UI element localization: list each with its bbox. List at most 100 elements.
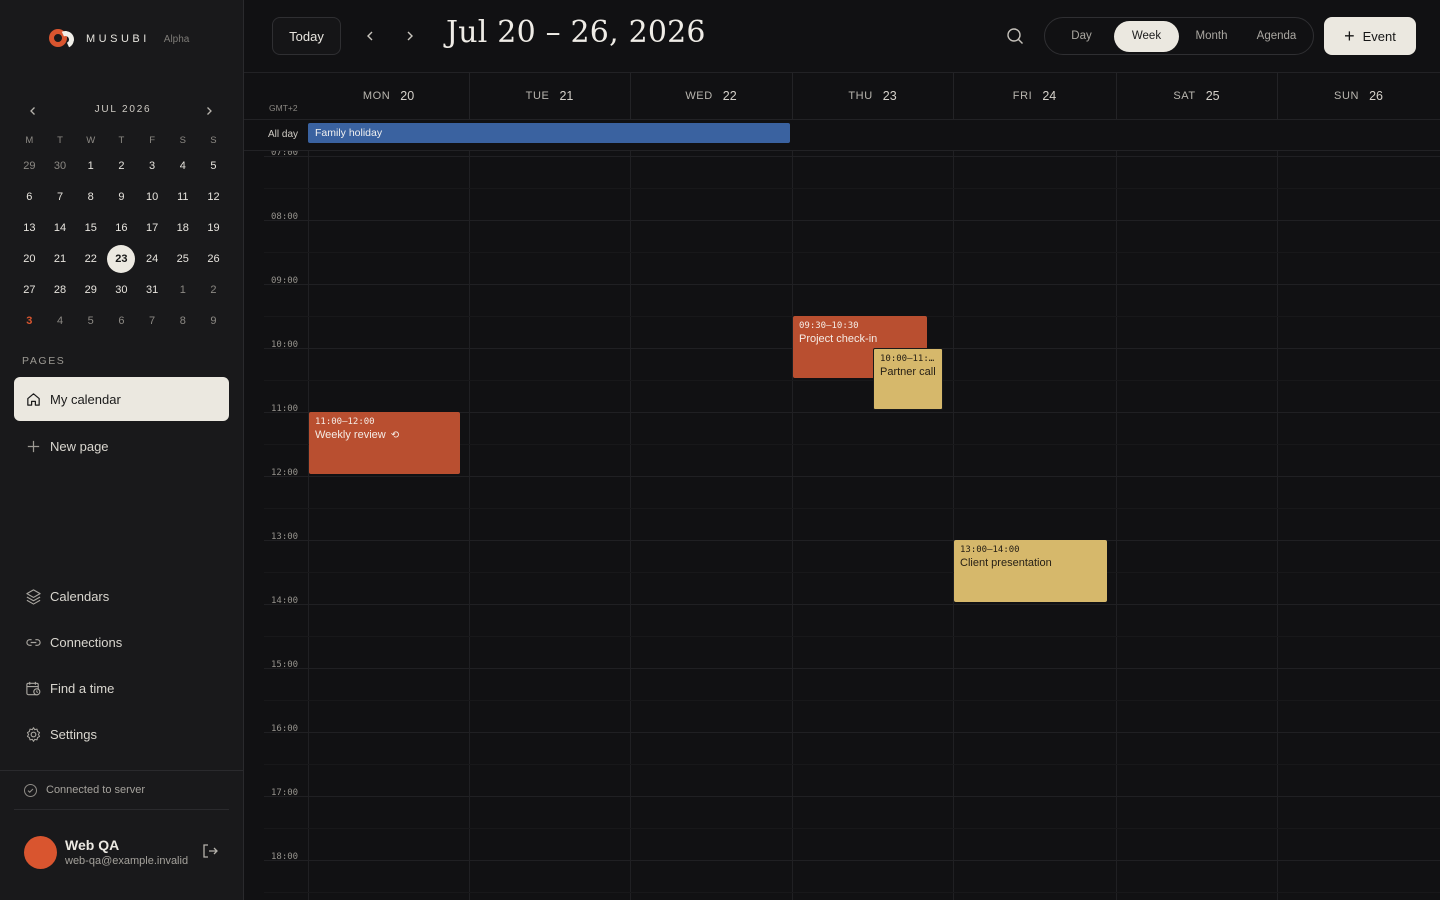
- day-header-fri[interactable]: FRI 24: [953, 73, 1116, 119]
- mini-day[interactable]: 6: [106, 305, 137, 336]
- mini-day[interactable]: 4: [167, 150, 198, 181]
- view-agenda-button[interactable]: Agenda: [1244, 21, 1309, 52]
- event-title-text: Client presentation: [960, 557, 1052, 569]
- mini-day[interactable]: 4: [45, 305, 76, 336]
- all-day-event[interactable]: Family holiday: [308, 123, 790, 143]
- mini-day[interactable]: 16: [106, 212, 137, 243]
- hour-line: [264, 220, 1440, 221]
- hour-line: [264, 796, 1440, 797]
- day-header-sun[interactable]: SUN 26: [1277, 73, 1440, 119]
- day-header-thu[interactable]: THU 23: [792, 73, 953, 119]
- mini-day-number: 20: [23, 252, 36, 265]
- user-profile[interactable]: Web QA web-qa@example.invalid: [24, 834, 229, 870]
- mini-day[interactable]: 2: [106, 150, 137, 181]
- day-header-mon[interactable]: MON 20: [308, 73, 469, 119]
- event-title: Partner call: [880, 366, 936, 378]
- mini-day[interactable]: 26: [198, 243, 229, 274]
- mini-day[interactable]: 24: [137, 243, 168, 274]
- day-header-weekday: TUE: [525, 90, 550, 102]
- day-header-weekday: SUN: [1334, 90, 1360, 102]
- hour-label: 08:00: [271, 212, 299, 222]
- mini-day[interactable]: 10: [137, 181, 168, 212]
- mini-next-month-button[interactable]: [198, 100, 220, 122]
- mini-day[interactable]: 6: [14, 181, 45, 212]
- mini-day[interactable]: 11: [167, 181, 198, 212]
- day-header-sat[interactable]: SAT 25: [1116, 73, 1277, 119]
- brand[interactable]: MUSUBI Alpha: [48, 26, 189, 52]
- nav-connections[interactable]: Connections: [14, 620, 229, 664]
- mini-day-number: 24: [145, 252, 159, 265]
- view-month-button[interactable]: Month: [1179, 21, 1244, 52]
- day-header-weekday: FRI: [1012, 90, 1033, 102]
- mini-day-number: 11: [177, 190, 189, 203]
- prev-week-button[interactable]: [357, 23, 383, 49]
- mini-calendar-header: JUL 2026: [18, 100, 228, 122]
- new-page-button[interactable]: New page: [14, 424, 229, 468]
- hour-line: [264, 732, 1440, 733]
- event-time: 11:00–12:00: [315, 417, 375, 427]
- mini-day[interactable]: 13: [14, 212, 45, 243]
- mini-day[interactable]: 12: [198, 181, 229, 212]
- time-grid[interactable]: 07:00 08:00 09:00 10:00 11:00 12:00 13:00 14:00…: [244, 151, 1440, 900]
- hour-label: 07:00: [271, 151, 299, 158]
- mini-day[interactable]: 9: [106, 181, 137, 212]
- next-week-button[interactable]: [397, 23, 423, 49]
- mini-day[interactable]: 20: [14, 243, 45, 274]
- mini-day[interactable]: 9: [198, 305, 229, 336]
- mini-day-number: 29: [23, 159, 36, 172]
- day-header-tue[interactable]: TUE 21: [469, 73, 630, 119]
- half-hour-line: [264, 636, 1440, 637]
- view-week-button[interactable]: Week: [1114, 20, 1179, 52]
- day-header-wed[interactable]: WED 22: [630, 73, 792, 119]
- mini-day[interactable]: 8: [167, 305, 198, 336]
- divider: [953, 73, 954, 119]
- mini-day[interactable]: 3: [137, 150, 168, 181]
- new-event-button[interactable]: + Event: [1324, 17, 1416, 55]
- mini-day[interactable]: 8: [75, 181, 106, 212]
- calendar-event[interactable]: 10:00–11:… Partner call: [873, 348, 943, 410]
- hour-label: 13:00: [271, 532, 299, 542]
- calendar-event[interactable]: 11:00–12:00 Weekly review ⟲: [309, 412, 460, 474]
- mini-day[interactable]: 18: [167, 212, 198, 243]
- mini-day[interactable]: 30: [106, 274, 137, 305]
- mini-day[interactable]: 19: [198, 212, 229, 243]
- mini-day[interactable]: 7: [137, 305, 168, 336]
- mini-weekday: S: [179, 135, 186, 146]
- page-my-calendar[interactable]: My calendar: [14, 377, 229, 421]
- mini-day-today[interactable]: 23: [106, 243, 137, 274]
- search-icon[interactable]: [1004, 25, 1026, 47]
- mini-day[interactable]: 28: [45, 274, 76, 305]
- view-day-button[interactable]: Day: [1049, 21, 1114, 52]
- mini-day[interactable]: 31: [137, 274, 168, 305]
- half-hour-line: [264, 252, 1440, 253]
- mini-day[interactable]: 7: [45, 181, 76, 212]
- today-button[interactable]: Today: [272, 17, 341, 55]
- mini-day[interactable]: 2: [198, 274, 229, 305]
- mini-day[interactable]: 29: [75, 274, 106, 305]
- nav-settings[interactable]: Settings: [14, 712, 229, 756]
- mini-day[interactable]: 5: [75, 305, 106, 336]
- mini-day[interactable]: 14: [45, 212, 76, 243]
- half-hour-line: [264, 892, 1440, 893]
- mini-day[interactable]: 25: [167, 243, 198, 274]
- mini-day[interactable]: 17: [137, 212, 168, 243]
- nav-find-a-time[interactable]: Find a time: [14, 666, 229, 710]
- mini-day[interactable]: 1: [75, 150, 106, 181]
- day-column-divider: [308, 151, 309, 900]
- mini-day[interactable]: 27: [14, 274, 45, 305]
- nav-calendars[interactable]: Calendars: [14, 574, 229, 618]
- mini-day[interactable]: 29: [14, 150, 45, 181]
- mini-day[interactable]: 21: [45, 243, 76, 274]
- mini-day[interactable]: 22: [75, 243, 106, 274]
- day-column-divider: [792, 151, 793, 900]
- half-hour-line: [264, 572, 1440, 573]
- mini-day[interactable]: 30: [45, 150, 76, 181]
- mini-day[interactable]: 1: [167, 274, 198, 305]
- calendar-event[interactable]: 13:00–14:00 Client presentation: [954, 540, 1107, 602]
- mini-day[interactable]: 5: [198, 150, 229, 181]
- mini-day[interactable]: 15: [75, 212, 106, 243]
- all-day-label: All day: [268, 129, 299, 140]
- timezone-label: GMT+2: [269, 103, 298, 113]
- mini-day[interactable]: 3: [14, 305, 45, 336]
- logout-icon[interactable]: [201, 842, 219, 860]
